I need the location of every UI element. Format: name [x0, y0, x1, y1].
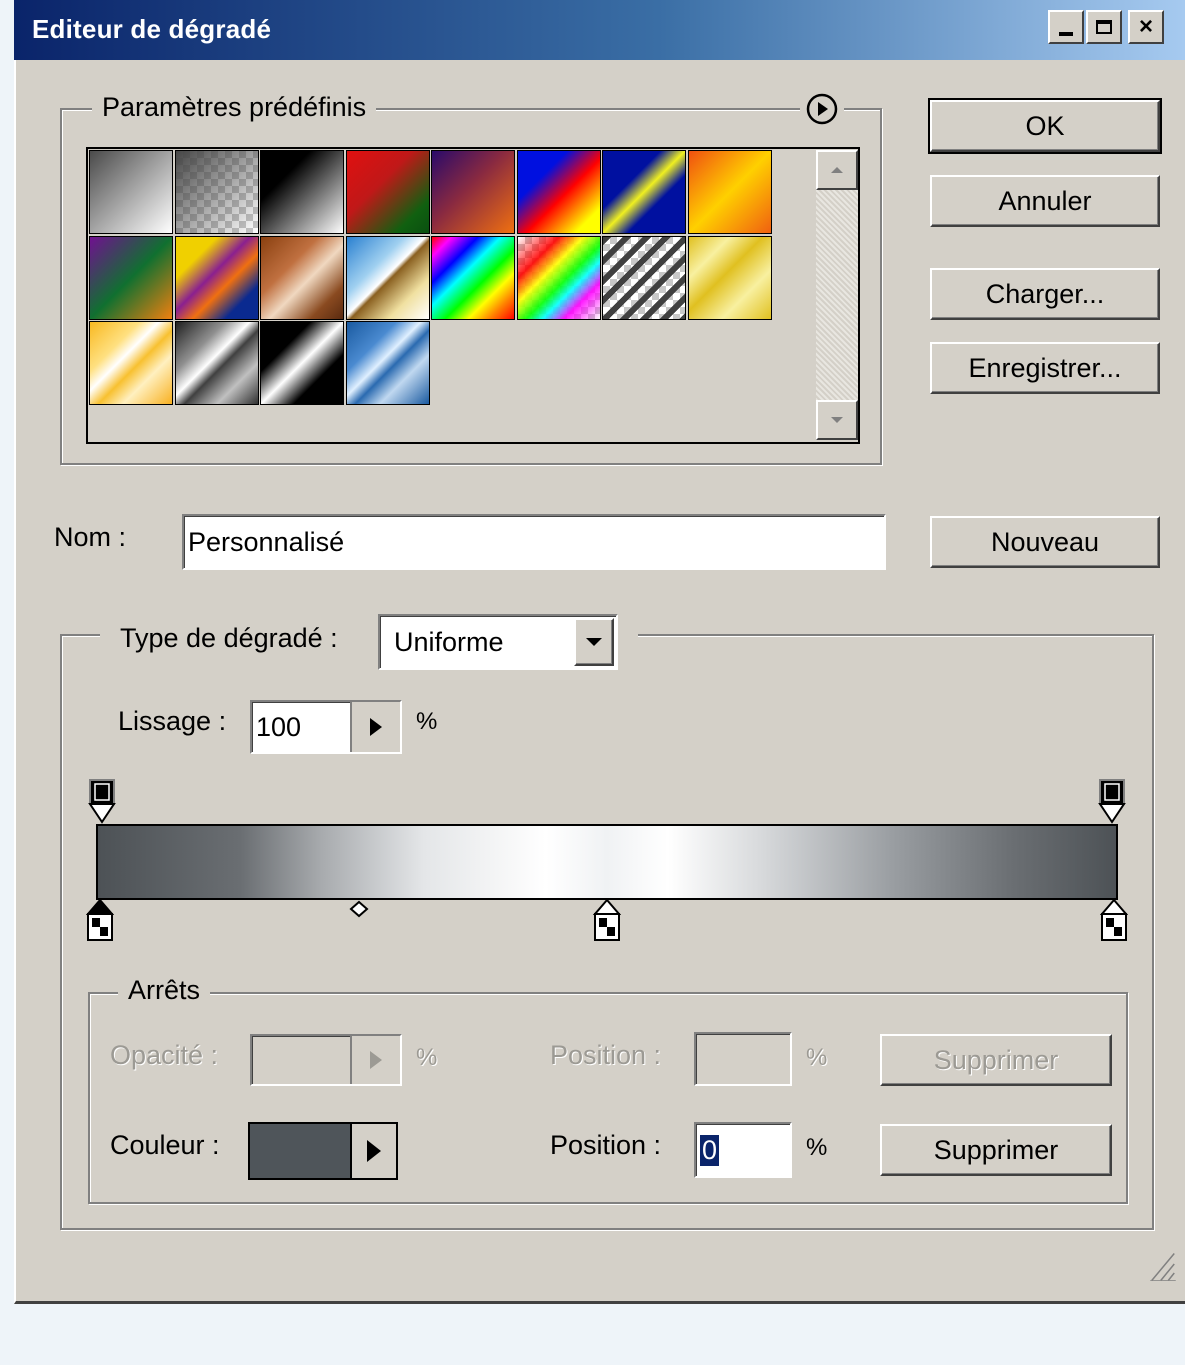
- color-position-label: Position :: [550, 1130, 662, 1160]
- preset-swatch-orange-yellow-orange[interactable]: [687, 150, 772, 234]
- color-label: Couleur :: [110, 1130, 220, 1160]
- gradient-preview-bar[interactable]: [96, 824, 1118, 900]
- minimize-icon: [1059, 32, 1073, 36]
- stops-legend: Arrêts: [118, 975, 211, 1006]
- opacity-unit: %: [416, 1044, 438, 1071]
- opacity-stop-right[interactable]: [1098, 778, 1126, 826]
- preset-swatch-red-green[interactable]: [345, 150, 430, 234]
- color-swatch[interactable]: [250, 1124, 350, 1178]
- delete-opacity-stop-button[interactable]: Supprimer: [880, 1034, 1112, 1086]
- circle-arrow-icon: [806, 93, 838, 125]
- preset-swatch-steel-stripes[interactable]: [174, 321, 259, 405]
- name-label: Nom :: [54, 522, 127, 552]
- preset-swatch-blue-chrome[interactable]: [345, 321, 430, 405]
- preset-swatch-copper[interactable]: [260, 235, 344, 320]
- preset-swatch-chrome[interactable]: [345, 235, 430, 320]
- arrow-down-icon: [831, 417, 843, 423]
- smoothness-value: 100: [256, 711, 302, 742]
- preset-swatch-yellow-violet-orange-blue[interactable]: [174, 235, 259, 320]
- delete-color-stop-button[interactable]: Supprimer: [880, 1124, 1112, 1176]
- color-position-field[interactable]: 0: [694, 1122, 792, 1178]
- color-stop-2[interactable]: [1100, 898, 1128, 946]
- presets-menu-button[interactable]: [800, 92, 844, 126]
- smoothness-slider-button[interactable]: [350, 702, 400, 752]
- preset-swatch-foreground-to-background[interactable]: [89, 150, 173, 234]
- resize-grip-icon[interactable]: [1148, 1252, 1178, 1282]
- color-position-value: 0: [700, 1134, 720, 1166]
- maximize-icon: [1096, 20, 1112, 34]
- smoothness-field[interactable]: 100: [250, 700, 402, 754]
- color-stop-1[interactable]: [593, 898, 621, 946]
- smoothness-unit: %: [416, 708, 438, 735]
- smoothness-label: Lissage :: [118, 706, 227, 736]
- preset-swatch-spectrum[interactable]: [431, 235, 515, 320]
- color-picker[interactable]: [248, 1122, 398, 1180]
- opacity-position-field[interactable]: [694, 1032, 792, 1086]
- arrow-up-icon: [831, 167, 843, 173]
- preset-swatch-violet-green-orange[interactable]: [89, 235, 173, 320]
- preset-swatch-gold-stripes[interactable]: [687, 235, 772, 320]
- color-position-unit: %: [806, 1134, 828, 1161]
- maximize-button[interactable]: [1086, 10, 1122, 44]
- gradient-type-select[interactable]: Uniforme: [378, 614, 618, 670]
- color-menu-button[interactable]: [350, 1124, 396, 1178]
- preset-swatch-blue-yellow-blue[interactable]: [602, 150, 686, 234]
- minimize-button[interactable]: [1048, 10, 1084, 44]
- preset-swatch-foreground-to-transparent[interactable]: [174, 150, 259, 234]
- scroll-down-button[interactable]: [816, 400, 858, 440]
- chevron-down-icon: [586, 638, 602, 646]
- opacity-field[interactable]: [250, 1034, 402, 1086]
- opacity-stop-left[interactable]: [88, 778, 116, 826]
- opacity-slider-button[interactable]: [350, 1036, 400, 1084]
- name-field[interactable]: Personnalisé: [182, 514, 886, 570]
- new-button[interactable]: Nouveau: [930, 516, 1160, 568]
- opacity-label: Opacité :: [110, 1040, 219, 1070]
- preset-swatch-transparent-stripes[interactable]: [602, 235, 686, 320]
- presets-scrollbar[interactable]: [816, 150, 858, 440]
- preset-swatch-transparent-rainbow[interactable]: [516, 235, 601, 320]
- scroll-up-button[interactable]: [816, 150, 858, 190]
- presets-swatch-list[interactable]: [86, 147, 860, 444]
- gradient-type-label: Type de dégradé :: [120, 623, 338, 653]
- close-button[interactable]: ×: [1128, 10, 1164, 44]
- preset-swatch-black-chrome[interactable]: [260, 321, 344, 405]
- arrow-right-icon: [370, 1051, 382, 1069]
- preset-swatch-violet-orange[interactable]: [431, 150, 515, 234]
- arrow-right-icon: [367, 1140, 381, 1162]
- dropdown-button[interactable]: [574, 618, 614, 666]
- load-button[interactable]: Charger...: [930, 268, 1160, 320]
- gradient-type-value: Uniforme: [394, 626, 504, 657]
- opacity-position-unit: %: [806, 1044, 828, 1071]
- color-stop-0[interactable]: [86, 898, 114, 946]
- preset-swatch-black-white[interactable]: [260, 150, 344, 234]
- save-button[interactable]: Enregistrer...: [930, 342, 1160, 394]
- close-icon: ×: [1138, 13, 1153, 40]
- title-bar[interactable]: Editeur de dégradé ×: [14, 0, 1185, 60]
- presets-legend: Paramètres prédéfinis: [92, 92, 377, 123]
- midpoint-diamond[interactable]: [348, 900, 370, 920]
- opacity-position-label: Position :: [550, 1040, 662, 1070]
- cancel-button[interactable]: Annuler: [930, 175, 1160, 227]
- window-title: Editeur de dégradé: [32, 14, 272, 44]
- preset-swatch-blue-red-yellow[interactable]: [516, 150, 601, 234]
- arrow-right-icon: [370, 718, 382, 736]
- preset-swatch-gold-shine[interactable]: [89, 321, 173, 405]
- ok-button[interactable]: OK: [928, 98, 1162, 154]
